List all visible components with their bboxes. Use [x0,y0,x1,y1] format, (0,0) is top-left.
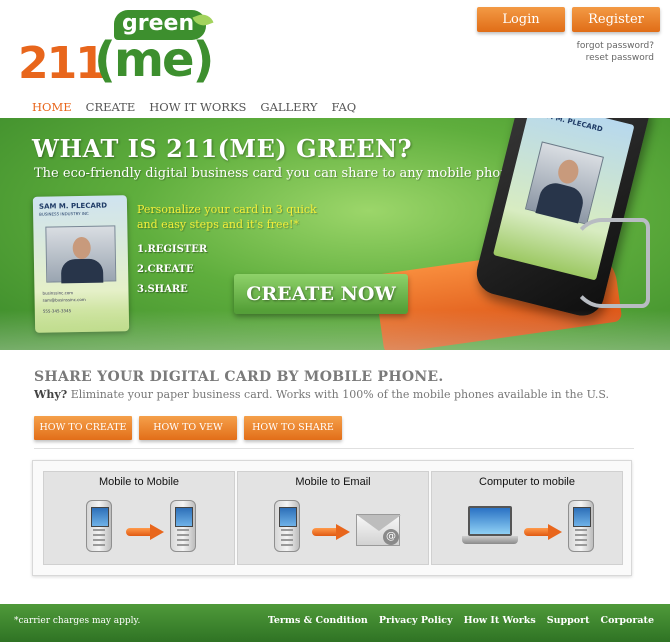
footer-note: *carrier charges may apply. [14,616,141,626]
step-item: 3.SHARE [137,284,188,295]
mobile-phone-icon [170,500,196,552]
card-line: 555-345-3345 [42,308,72,314]
arrow-right-icon [312,524,352,540]
how-to-view-button[interactable]: HOW TO VEW [139,416,237,440]
main-nav: HOME CREATE HOW IT WORKS GALLERY FAQ [32,100,356,114]
step-item: 2.CREATE [137,264,194,275]
step-item: 1.REGISTER [137,244,208,255]
nav-item-create[interactable]: CREATE [86,100,136,114]
mobile-phone-icon [86,500,112,552]
footer-link-corporate[interactable]: Corporate [601,615,654,626]
footer-link-support[interactable]: Support [547,615,590,626]
steps-list: 1.REGISTER 2.CREATE 3.SHARE [137,240,207,300]
card-line: sam@businssinc.com [42,296,86,303]
auth-links: forgot password? reset password [577,40,654,64]
footer-link-how-it-works[interactable]: How It Works [464,615,536,626]
mobile-phone-icon [274,500,300,552]
forgot-password-link[interactable]: forgot password? [577,40,654,52]
arrow-right-icon [126,524,166,540]
panel-title: Mobile to Mobile [98,476,180,488]
nav-item-gallery[interactable]: GALLERY [260,100,317,114]
logo-me: (me) [94,32,214,88]
hero-title: WHAT IS 211(ME) GREEN? [32,134,413,163]
footer-link-privacy[interactable]: Privacy Policy [379,615,453,626]
phone-card-photo [524,141,604,225]
card-line: businssinc.com [42,290,74,296]
how-to-create-button[interactable]: HOW TO CREATE [34,416,132,440]
reset-password-link[interactable]: reset password [577,52,654,64]
nav-item-home[interactable]: HOME [32,100,72,114]
hero-subtitle: The eco-friendly digital business card y… [34,166,517,181]
panel-title: Computer to mobile [479,476,575,488]
business-card-image: SAM M. PLECARD BUSINESS INDUSTRY INC bus… [32,195,130,333]
binder-clip-illustration [570,218,650,308]
steps-intro: Personalize your card in 3 quick and eas… [137,203,317,231]
mobile-to-email-panel[interactable]: Mobile to Email @ [237,471,429,565]
laptop-icon [462,506,518,550]
arrow-right-icon [524,524,564,540]
nav-item-faq[interactable]: FAQ [331,100,356,114]
share-title: SHARE YOUR DIGITAL CARD BY MOBILE PHONE. [34,369,444,385]
nav-item-how-it-works[interactable]: HOW IT WORKS [149,100,246,114]
card-name: SAM M. PLECARD [38,201,108,211]
phone-card-name: SAM M. PLECARD [535,118,604,134]
email-envelope-icon: @ [356,514,401,546]
panel-title: Mobile to Email [295,476,371,488]
footer: *carrier charges may apply. Terms & Cond… [0,604,670,642]
hero-banner: WHAT IS 211(ME) GREEN? The eco-friendly … [0,118,670,350]
card-company: BUSINESS INDUSTRY INC [39,210,89,217]
card-photo [45,225,117,284]
register-button[interactable]: Register [572,7,660,32]
share-methods-panel: Mobile to Mobile Mobile to Email @ Compu… [32,460,632,576]
how-to-share-button[interactable]: HOW TO SHARE [244,416,342,440]
why-label: Why? [34,388,68,401]
computer-to-mobile-panel[interactable]: Computer to mobile [431,471,623,565]
site-logo[interactable]: green 211 (me) [18,10,218,94]
mobile-to-mobile-panel[interactable]: Mobile to Mobile [43,471,235,565]
footer-link-terms[interactable]: Terms & Condition [268,615,368,626]
create-now-button[interactable]: CREATE NOW [234,274,408,314]
divider [34,448,634,449]
footer-links: Terms & Condition Privacy Policy How It … [268,615,654,626]
share-why: Why? Eliminate your paper business card.… [34,388,609,401]
mobile-phone-icon [568,500,594,552]
login-button[interactable]: Login [477,7,565,32]
logo-number: 211 [18,38,106,89]
why-text: Eliminate your paper business card. Work… [70,388,609,401]
